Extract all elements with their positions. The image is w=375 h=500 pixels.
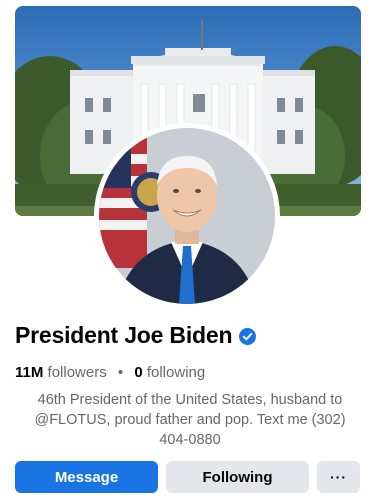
profile-picture[interactable] (94, 123, 280, 309)
profile-name: President Joe Biden (15, 322, 233, 348)
stats-separator: • (117, 364, 124, 381)
profile-stats: 11M followers • 0 following (15, 364, 205, 381)
more-options-button[interactable]: ··· (317, 461, 360, 493)
more-options-icon: ··· (330, 469, 347, 485)
following-label: following (146, 364, 206, 381)
following-button[interactable]: Following (166, 461, 309, 493)
following-link[interactable]: 0 following (130, 364, 205, 381)
followers-count: 11M (15, 364, 44, 381)
avatar (99, 128, 275, 304)
profile-name-row: President Joe Biden (15, 322, 257, 349)
verified-badge-icon (239, 328, 257, 345)
profile-page: President Joe Biden 11M followers • 0 fo… (0, 0, 375, 500)
followers-link[interactable]: 11M followers (15, 364, 111, 381)
message-button[interactable]: Message (15, 461, 158, 493)
followers-label: followers (47, 364, 107, 381)
following-count: 0 (134, 364, 143, 381)
profile-bio: 46th President of the United States, hus… (34, 392, 346, 448)
